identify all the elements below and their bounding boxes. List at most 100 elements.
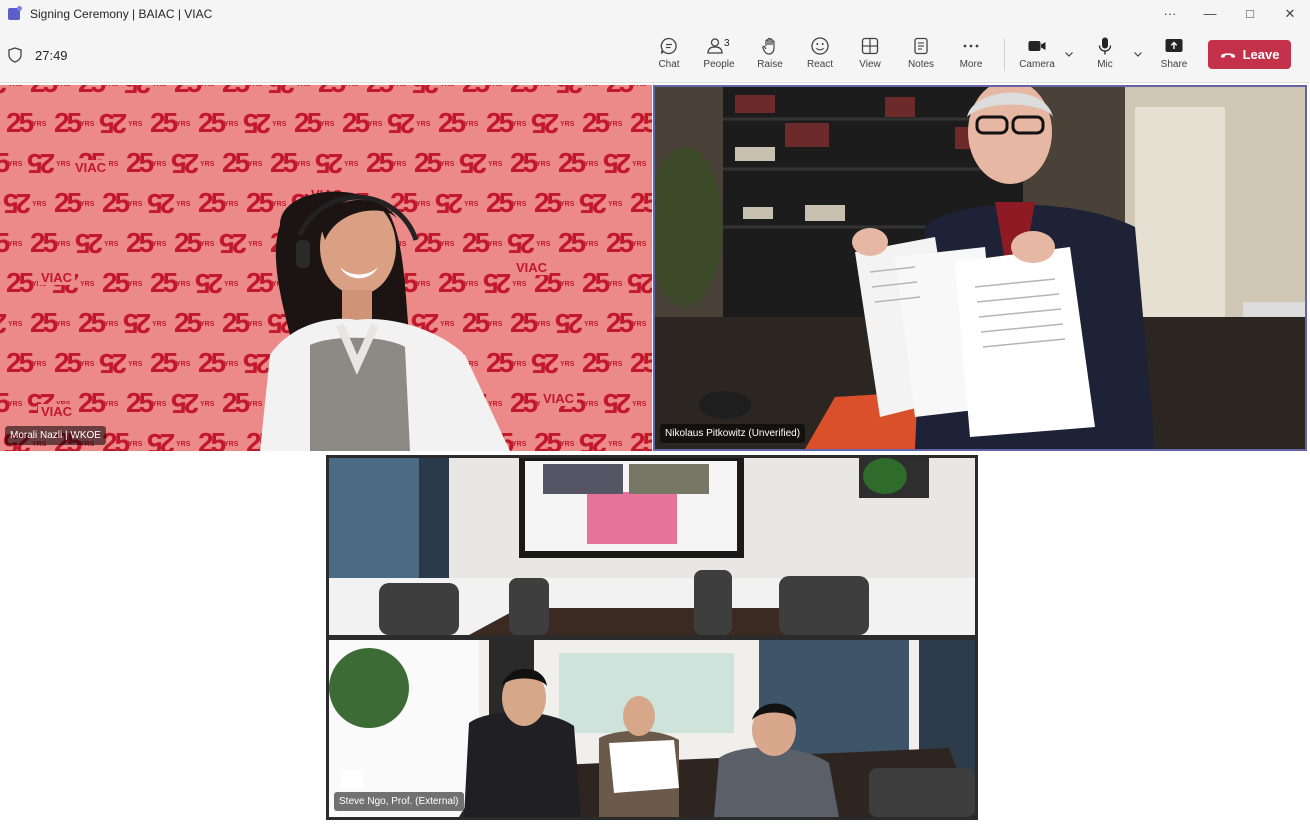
participant-name-tag: Nikolaus Pitkowitz (Unverified) bbox=[660, 424, 806, 443]
pattern-mark-yrs: YRS bbox=[56, 161, 71, 168]
pattern-mark: 25YRS bbox=[28, 85, 76, 105]
pattern-mark-number: 25 bbox=[102, 187, 130, 218]
share-button[interactable]: Share bbox=[1152, 36, 1196, 76]
pattern-mark: 25YRS bbox=[436, 105, 484, 145]
pattern-mark-number: 25 bbox=[174, 227, 202, 258]
teams-logo-icon bbox=[8, 5, 22, 20]
pattern-mark: 25YRS bbox=[172, 385, 220, 425]
pattern-mark-number: 25 bbox=[414, 85, 439, 99]
toolbar-divider bbox=[1004, 39, 1005, 71]
pattern-mark-number: 25 bbox=[270, 85, 295, 99]
pattern-mark: 25YRS bbox=[412, 145, 460, 185]
pattern-mark: 25YRS bbox=[196, 105, 244, 145]
pattern-mark-yrs: YRS bbox=[560, 121, 575, 128]
pattern-mark: 25YRS bbox=[532, 425, 580, 452]
pattern-mark-yrs: YRS bbox=[80, 361, 95, 368]
pattern-mark: 25YRS bbox=[52, 185, 100, 225]
window-more-button[interactable]: ··· bbox=[1150, 0, 1190, 27]
view-button[interactable]: View bbox=[848, 36, 892, 76]
react-button[interactable]: React bbox=[798, 36, 842, 76]
pattern-mark-number: 25 bbox=[126, 147, 154, 178]
people-count-badge: 3 bbox=[724, 38, 730, 49]
view-label: View bbox=[859, 59, 881, 70]
shield-icon[interactable] bbox=[8, 47, 22, 63]
pattern-mark-number: 25 bbox=[558, 85, 583, 99]
pattern-mark-number: 25 bbox=[294, 107, 322, 138]
participant-video-tile-active-speaker[interactable]: Nikolaus Pitkowitz (Unverified) bbox=[653, 85, 1307, 451]
maximize-button[interactable]: □ bbox=[1230, 0, 1270, 27]
pattern-mark-yrs: YRS bbox=[272, 121, 287, 128]
pattern-mark-number: 25 bbox=[582, 267, 610, 298]
participant-name-tag: Steve Ngo, Prof. (External) bbox=[334, 792, 464, 811]
pattern-mark: 25YRS bbox=[148, 425, 196, 451]
more-dots-icon bbox=[963, 44, 979, 48]
pattern-mark-yrs: YRS bbox=[224, 121, 239, 128]
pattern-mark: 25YRS bbox=[364, 145, 412, 185]
pattern-mark-number: 25 bbox=[6, 267, 34, 298]
react-label: React bbox=[806, 59, 834, 70]
pattern-mark-yrs: YRS bbox=[176, 201, 191, 208]
pattern-mark: 25YRS bbox=[76, 305, 124, 345]
pattern-mark: 25YRS bbox=[628, 345, 652, 385]
pattern-mark: 25YRS bbox=[172, 85, 220, 105]
pattern-mark-yrs: YRS bbox=[200, 321, 215, 328]
pattern-mark: 25YRS bbox=[4, 185, 52, 225]
pattern-mark: 25YRS bbox=[196, 425, 244, 452]
pattern-mark-yrs: YRS bbox=[8, 241, 23, 248]
camera-options-chevron-down-icon[interactable] bbox=[1063, 48, 1075, 60]
pattern-mark-yrs: YRS bbox=[584, 85, 598, 88]
pattern-mark: 25YRS bbox=[100, 425, 148, 452]
pattern-mark-number: 25 bbox=[270, 147, 298, 178]
pattern-mark-yrs: YRS bbox=[464, 121, 479, 128]
pattern-mark-number: 25 bbox=[222, 85, 250, 97]
pattern-mark-number: 25 bbox=[30, 227, 58, 258]
pattern-mark: 25YRS bbox=[508, 85, 556, 105]
pattern-mark-number: 25 bbox=[222, 147, 250, 178]
pattern-mark-yrs: YRS bbox=[152, 241, 167, 248]
minimize-button[interactable]: — bbox=[1190, 0, 1230, 27]
pattern-mark-yrs: YRS bbox=[488, 85, 502, 88]
pattern-mark-number: 25 bbox=[390, 108, 416, 139]
pattern-mark-number: 25 bbox=[510, 147, 538, 178]
participant-video-tile[interactable]: Steve Ngo, Prof. (External) bbox=[326, 455, 978, 820]
pattern-mark: 25YRS bbox=[388, 105, 436, 145]
pattern-mark-yrs: YRS bbox=[80, 281, 95, 288]
pattern-mark: 25YRS bbox=[28, 305, 76, 345]
notes-button[interactable]: Notes bbox=[899, 36, 943, 76]
background-brand-text: VIAC bbox=[38, 404, 76, 419]
pattern-mark: 25YRS bbox=[556, 305, 604, 345]
people-button[interactable]: 3 People bbox=[697, 36, 741, 76]
pattern-mark: 25YRS bbox=[124, 145, 172, 185]
leave-button[interactable]: Leave bbox=[1208, 40, 1291, 69]
pattern-mark-yrs: YRS bbox=[200, 401, 215, 408]
pattern-mark: 25YRS bbox=[148, 105, 196, 145]
pattern-mark-number: 25 bbox=[150, 347, 178, 378]
pattern-mark-number: 25 bbox=[366, 85, 394, 97]
pattern-mark: 25YRS bbox=[28, 145, 76, 185]
pattern-mark-yrs: YRS bbox=[440, 85, 454, 88]
raise-hand-button[interactable]: Raise bbox=[748, 36, 792, 76]
pattern-mark-number: 25 bbox=[606, 307, 634, 338]
participant-video-tile[interactable]: 25 YRS 25 YRS 25 YRS 25 YRS 25 YRS 25 YRS 25 YRS 25 YRS… bbox=[0, 85, 652, 451]
camera-button[interactable]: Camera bbox=[1015, 36, 1059, 76]
pattern-mark-yrs: YRS bbox=[608, 361, 623, 368]
pattern-mark-number: 25 bbox=[174, 307, 202, 338]
chat-button[interactable]: Chat bbox=[647, 36, 691, 76]
pattern-mark-number: 25 bbox=[0, 308, 7, 339]
pattern-mark-number: 25 bbox=[366, 147, 394, 178]
people-icon bbox=[707, 38, 723, 54]
pattern-mark-number: 25 bbox=[558, 227, 586, 258]
more-button[interactable]: More bbox=[949, 36, 993, 76]
camera-label: Camera bbox=[1019, 59, 1055, 70]
close-window-button[interactable]: ✕ bbox=[1270, 0, 1310, 27]
pattern-mark: 25YRS bbox=[532, 345, 580, 385]
mic-options-chevron-down-icon[interactable] bbox=[1132, 48, 1144, 60]
pattern-mark: 25YRS bbox=[0, 145, 28, 185]
camera-icon bbox=[1028, 41, 1046, 51]
pattern-mark-yrs: YRS bbox=[632, 321, 647, 328]
video-stage: 25 YRS 25 YRS 25 YRS 25 YRS 25 YRS 25 YRS 25 YRS 25 YRS… bbox=[0, 84, 1310, 824]
pattern-mark-number: 25 bbox=[102, 108, 128, 139]
pattern-mark: 25YRS bbox=[340, 105, 388, 145]
pattern-mark: 25YRS bbox=[0, 385, 28, 425]
mic-button[interactable]: Mic bbox=[1083, 36, 1127, 76]
